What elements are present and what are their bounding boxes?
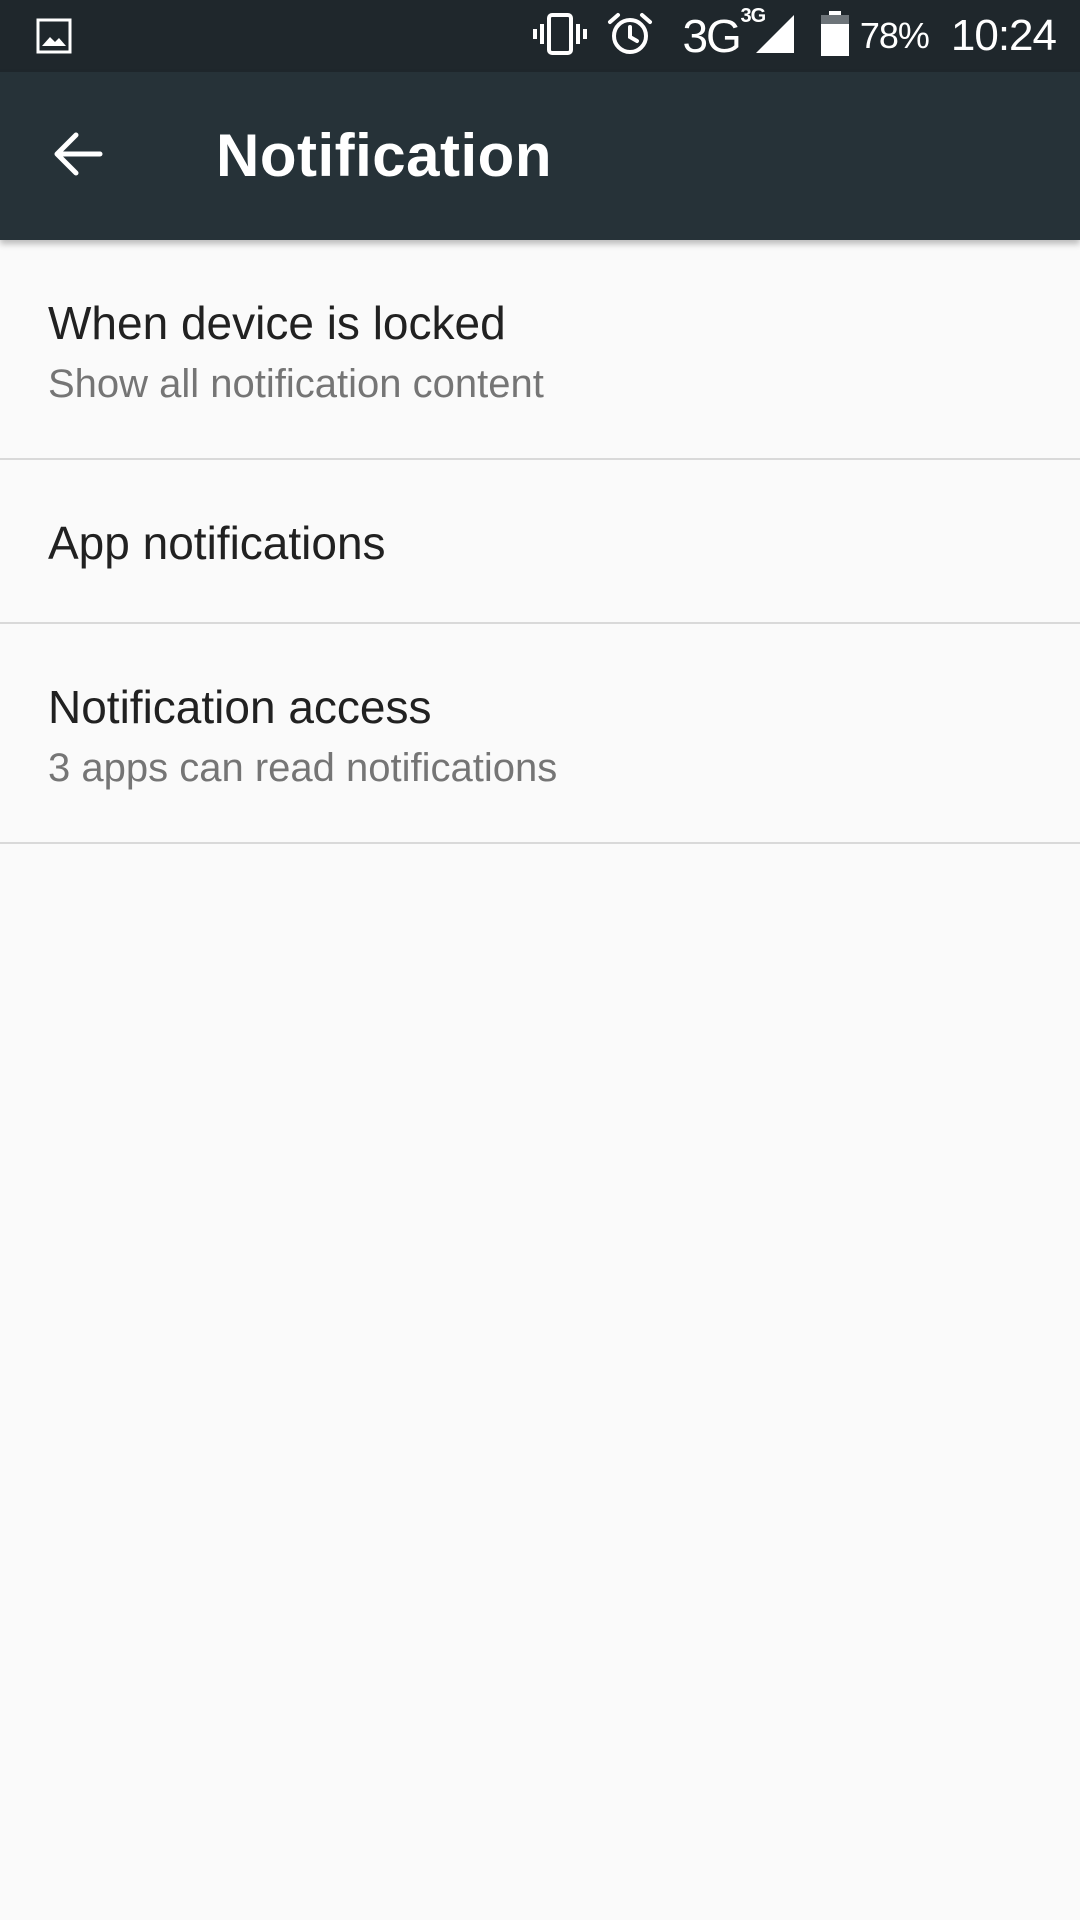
setting-title: Notification access xyxy=(48,681,432,733)
image-notification-icon xyxy=(36,18,72,54)
setting-summary: Show all notification content xyxy=(48,362,544,406)
back-button[interactable] xyxy=(30,108,126,204)
setting-title: When device is locked xyxy=(48,297,506,349)
setting-summary: 3 apps can read notifications xyxy=(48,746,558,790)
battery-icon xyxy=(820,10,850,62)
app-bar: Notification xyxy=(0,72,1080,240)
network-type-label: 3G xyxy=(682,10,741,62)
setting-title: App notifications xyxy=(48,517,386,569)
network-sub-label: 3G xyxy=(740,5,766,27)
clock: 10:24 xyxy=(950,11,1057,60)
screen: 3G 3G 78% 10:24 Notification When device… xyxy=(0,0,1080,1920)
setting-when-device-locked[interactable]: When device is locked Show all notificat… xyxy=(0,240,1080,460)
status-icons: 3G 3G 78% 10:24 xyxy=(532,0,1057,72)
network-type: 3G 3G xyxy=(682,5,766,63)
battery-percent: 78% xyxy=(859,15,930,56)
page-title: Notification xyxy=(216,122,552,189)
vibrate-icon xyxy=(532,12,588,61)
settings-list: When device is locked Show all notificat… xyxy=(0,240,1080,844)
arrow-back-icon xyxy=(52,128,104,185)
setting-app-notifications[interactable]: App notifications xyxy=(0,460,1080,624)
alarm-icon xyxy=(606,10,654,63)
setting-notification-access[interactable]: Notification access 3 apps can read noti… xyxy=(0,624,1080,844)
status-bar: 3G 3G 78% 10:24 xyxy=(0,0,1080,72)
